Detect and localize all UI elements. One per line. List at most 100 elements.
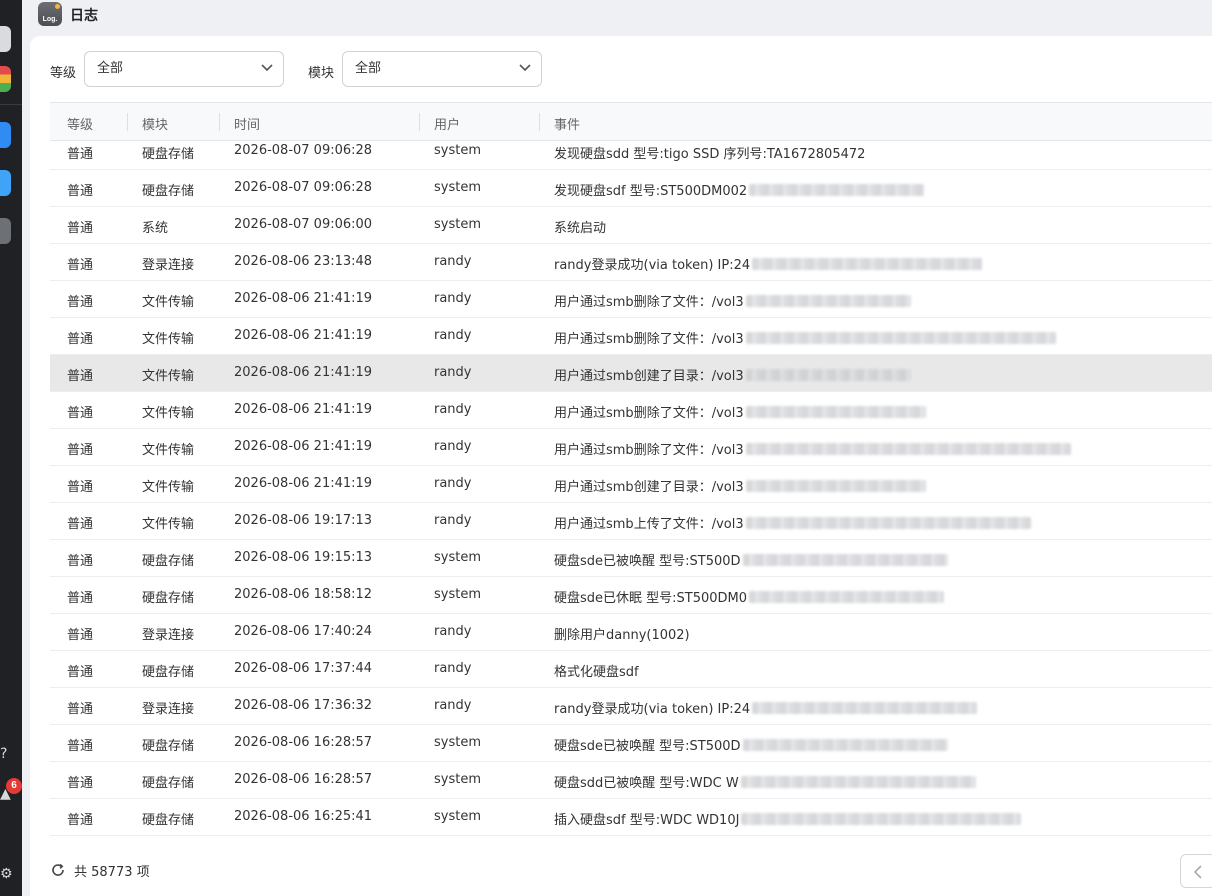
table-footer: 共 58773 项: [50, 858, 150, 882]
redacted-text: [745, 406, 926, 418]
table-row[interactable]: 普通 硬盘存储 2026-08-06 18:58:12 system 硬盘sde已休眠 …: [50, 577, 1212, 614]
row-module: 硬盘存储: [142, 665, 195, 680]
column-divider[interactable]: [539, 113, 540, 131]
table-row[interactable]: 普通 硬盘存储 2026-08-06 17:37:44 randy 格式化硬盘sdf: [50, 651, 1212, 688]
row-user: randy: [434, 624, 472, 639]
dock-app-icon-2[interactable]: [0, 66, 11, 92]
column-header-module[interactable]: 模块: [142, 114, 168, 133]
row-time: 2026-08-06 21:41:19: [234, 328, 373, 343]
column-divider[interactable]: [419, 113, 420, 131]
row-time: 2026-08-06 21:41:19: [234, 476, 373, 491]
dock-app-icon-1[interactable]: [0, 26, 11, 52]
table-row[interactable]: 普通 文件传输 2026-08-06 19:17:13 randy 用户通过smb上传了…: [50, 503, 1212, 540]
table-body[interactable]: 普通 硬盘存储 2026-08-07 09:06:28 system 发现硬盘sdd 型…: [50, 141, 1212, 837]
module-filter-label: 模块: [308, 66, 335, 81]
window-title: 日志: [70, 8, 98, 24]
row-level: 普通: [67, 332, 94, 347]
table-row[interactable]: 普通 硬盘存储 2026-08-07 09:06:28 system 发现硬盘sdf 型…: [50, 170, 1212, 207]
column-header-event[interactable]: 事件: [554, 114, 580, 133]
column-divider[interactable]: [219, 113, 220, 131]
chevron-left-icon: [1193, 865, 1202, 879]
table-row[interactable]: 普通 硬盘存储 2026-08-06 16:28:57 system 硬盘sdd已被唤醒…: [50, 762, 1212, 799]
row-time: 2026-08-06 18:58:12: [234, 587, 373, 602]
row-time: 2026-08-06 21:41:19: [234, 365, 373, 380]
row-user: system: [434, 217, 481, 232]
dock: ? ▲ 6 ⚙: [0, 0, 22, 896]
log-app-icon: Log.: [38, 2, 62, 26]
row-user: randy: [434, 439, 472, 454]
row-event: 用户通过smb删除了文件：/vol3: [554, 291, 911, 310]
redacted-text: [745, 480, 926, 492]
dock-app-icon-3[interactable]: [0, 122, 11, 148]
table-row[interactable]: 普通 登录连接 2026-08-06 17:36:32 randy randy登录成功(…: [50, 688, 1212, 725]
redacted-text: [742, 554, 948, 566]
row-level: 普通: [67, 813, 94, 828]
table-row[interactable]: 普通 文件传输 2026-08-06 21:41:19 randy 用户通过smb创建了…: [50, 466, 1212, 503]
chevron-down-icon: [261, 64, 273, 72]
table-row[interactable]: 普通 文件传输 2026-08-06 21:41:19 randy 用户通过smb创建了…: [50, 355, 1212, 392]
dock-app-icon-log[interactable]: [0, 218, 11, 244]
table-row[interactable]: 普通 登录连接 2026-08-06 17:40:24 randy 删除用户danny(…: [50, 614, 1212, 651]
row-level: 普通: [67, 554, 94, 569]
settings-icon[interactable]: ⚙: [0, 866, 13, 882]
redacted-text: [745, 369, 911, 381]
row-level: 普通: [67, 776, 94, 791]
table-row[interactable]: 普通 硬盘存储 2026-08-07 09:06:28 system 发现硬盘sdd 型…: [50, 141, 1212, 170]
help-icon[interactable]: ?: [0, 746, 7, 762]
table-row[interactable]: 普通 登录连接 2026-08-06 23:13:48 randy randy登录成功(…: [50, 244, 1212, 281]
log-window: Log. 日志 等级 全部 模块 全部 等级 模块 时间 用户 事件 普通 硬盘…: [22, 0, 1212, 896]
level-filter-label: 等级: [50, 66, 77, 81]
table-row[interactable]: 普通 文件传输 2026-08-06 21:41:19 randy 用户通过smb删除了…: [50, 429, 1212, 466]
row-user: randy: [434, 661, 472, 676]
table-row[interactable]: 普通 硬盘存储 2026-08-06 16:28:57 system 硬盘sde已被唤醒…: [50, 725, 1212, 762]
column-header-level[interactable]: 等级: [67, 114, 93, 133]
row-time: 2026-08-06 17:40:24: [234, 624, 373, 639]
row-event: 用户通过smb上传了文件：/vol3: [554, 513, 1031, 532]
row-module: 硬盘存储: [142, 776, 195, 791]
row-user: randy: [434, 513, 472, 528]
level-filter-select[interactable]: 全部: [84, 51, 284, 87]
dock-app-icon-4[interactable]: [0, 170, 11, 196]
row-level: 普通: [67, 295, 94, 310]
log-panel: 等级 全部 模块 全部 等级 模块 时间 用户 事件 普通 硬盘存储 2026-08…: [30, 36, 1212, 896]
table-row[interactable]: 普通 文件传输 2026-08-06 21:41:19 randy 用户通过smb删除了…: [50, 318, 1212, 355]
row-time: 2026-08-07 09:06:28: [234, 180, 373, 195]
row-event: 用户通过smb删除了文件：/vol3: [554, 328, 1056, 347]
row-event: 删除用户danny(1002): [554, 628, 690, 643]
row-user: randy: [434, 365, 472, 380]
row-level: 普通: [67, 628, 94, 643]
table-row[interactable]: 普通 硬盘存储 2026-08-06 19:15:13 system 硬盘sde已被唤醒…: [50, 540, 1212, 577]
column-header-user[interactable]: 用户: [434, 114, 460, 133]
row-event: 格式化硬盘sdf: [554, 665, 639, 680]
redacted-text: [749, 184, 925, 196]
column-divider[interactable]: [127, 113, 128, 131]
module-filter-select[interactable]: 全部: [342, 51, 542, 87]
row-module: 文件传输: [142, 517, 195, 532]
table-row[interactable]: 普通 硬盘存储 2026-08-06 16:25:41 system 插入硬盘sdf 型…: [50, 799, 1212, 836]
level-filter-value: 全部: [97, 61, 124, 76]
app-icon-label: Log.: [42, 16, 58, 23]
redacted-text: [742, 739, 948, 751]
row-module: 硬盘存储: [142, 554, 195, 569]
row-time: 2026-08-06 16:25:41: [234, 809, 373, 824]
row-event: 系统启动: [554, 221, 607, 236]
table-row[interactable]: 普通 文件传输 2026-08-06 21:41:19 randy 用户通过smb删除了…: [50, 392, 1212, 429]
table-row[interactable]: 普通 系统 2026-08-07 09:06:00 system 系统启动: [50, 207, 1212, 244]
row-user: randy: [434, 402, 472, 417]
column-header-time[interactable]: 时间: [234, 114, 260, 133]
row-time: 2026-08-06 16:28:57: [234, 735, 373, 750]
window-titlebar: Log. 日志: [22, 0, 1212, 30]
row-event: randy登录成功(via token) IP:24: [554, 698, 978, 717]
row-module: 登录连接: [142, 702, 195, 717]
row-time: 2026-08-06 19:17:13: [234, 513, 373, 528]
table-row[interactable]: 普通 文件传输 2026-08-06 21:41:19 randy 用户通过smb删除了…: [50, 281, 1212, 318]
row-event: 用户通过smb创建了目录：/vol3: [554, 365, 911, 384]
row-level: 普通: [67, 665, 94, 680]
row-event: 硬盘sdd已被唤醒 型号:WDC W: [554, 772, 976, 791]
redacted-text: [740, 776, 976, 788]
prev-page-button[interactable]: [1180, 854, 1212, 888]
dock-separator: [0, 104, 22, 105]
row-module: 硬盘存储: [142, 813, 195, 828]
refresh-icon[interactable]: [50, 862, 66, 878]
row-user: system: [434, 180, 481, 195]
